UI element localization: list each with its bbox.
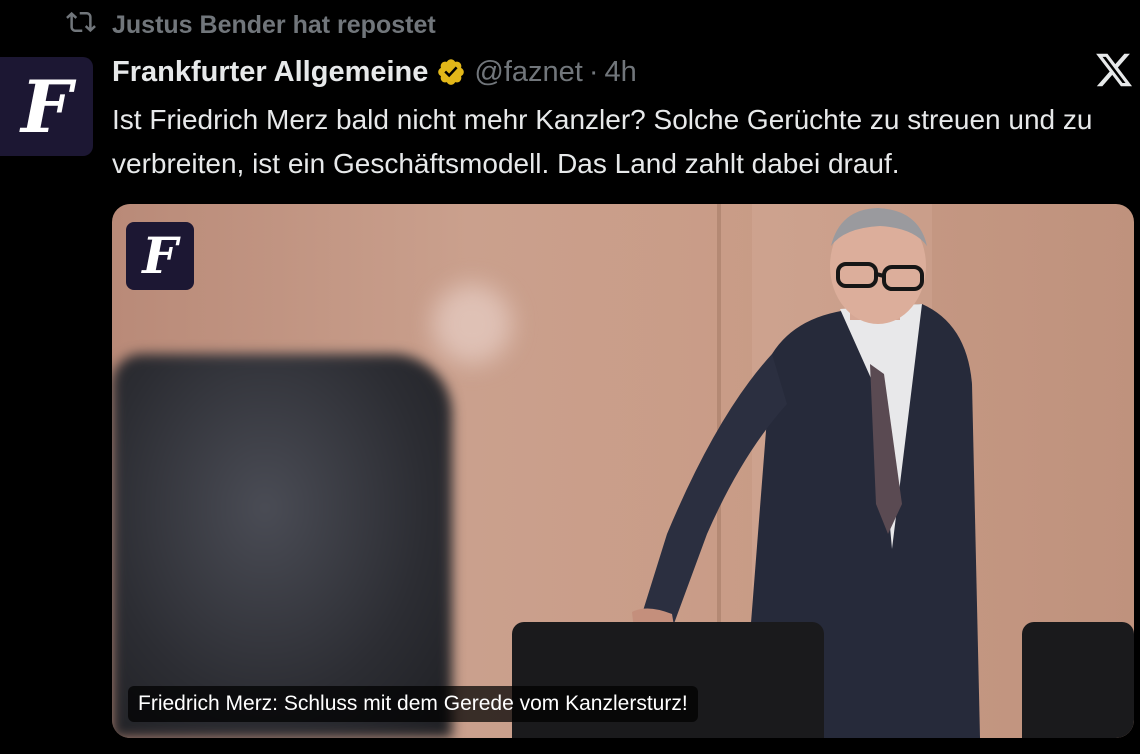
verified-badge-icon[interactable]: [436, 57, 466, 87]
author-handle[interactable]: @faznet: [474, 56, 582, 89]
chair-back: [1022, 622, 1134, 738]
separator-dot: ·: [588, 55, 599, 88]
faz-logo-overlay-icon: F: [126, 222, 194, 290]
tweet-text: Ist Friedrich Merz bald nicht mehr Kanzl…: [112, 104, 1093, 179]
blurred-chair-foreground: [112, 354, 452, 738]
tweet-header: Frankfurter Allgemeine @faznet · 4h: [112, 52, 637, 92]
repost-text: Justus Bender hat repostet: [112, 10, 436, 39]
faz-logo-icon: F: [20, 63, 73, 149]
blurred-light: [432, 284, 512, 364]
author-avatar[interactable]: F: [0, 57, 93, 156]
article-preview-image[interactable]: F Friedrich Merz: Schluss mit dem Gerede…: [112, 204, 1134, 738]
repost-icon: [66, 7, 96, 44]
post-timestamp[interactable]: 4h: [605, 56, 637, 89]
x-logo-icon: [1096, 53, 1133, 87]
image-caption: Friedrich Merz: Schluss mit dem Gerede v…: [128, 686, 698, 722]
repost-indicator[interactable]: Justus Bender hat repostet: [66, 8, 436, 42]
author-display-name[interactable]: Frankfurter Allgemeine: [112, 56, 428, 89]
